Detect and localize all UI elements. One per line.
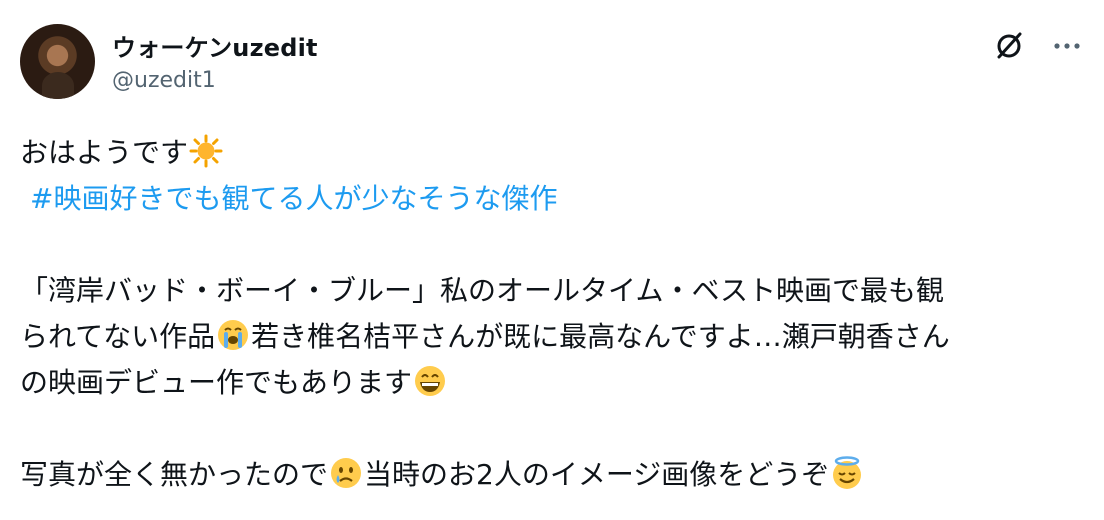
sun-emoji bbox=[189, 134, 223, 168]
post-text-greeting: おはようです bbox=[20, 136, 189, 169]
post-header: ウォーケンuzedit @uzedit1 bbox=[20, 24, 1084, 104]
post-text-6a: 写真が全く無かったので bbox=[20, 458, 329, 491]
post-text-4b: 若き椎名桔平さんが既に最高なんですよ…瀬戸朝香さん bbox=[251, 320, 950, 353]
grinning-face-emoji bbox=[415, 366, 446, 396]
post-line-6: 写真が全く無かったので 当時のお2人のイメージ画像をどうぞ bbox=[20, 452, 1086, 498]
more-horizontal-icon[interactable] bbox=[1050, 28, 1084, 62]
hashtag-link[interactable]: #映画好きでも観てる人が少なそうな傑作 bbox=[20, 182, 557, 215]
smiling-face-with-halo-emoji bbox=[833, 456, 862, 489]
post-line-greeting: おはようです bbox=[20, 130, 1086, 176]
display-name[interactable]: ウォーケンuzedit bbox=[112, 28, 318, 63]
post-text-5: の映画デビュー作でもあります bbox=[20, 366, 413, 399]
avatar[interactable] bbox=[20, 24, 95, 99]
post-line-5: の映画デビュー作でもあります bbox=[20, 360, 1086, 406]
post-line-4: られてない作品 若き椎名桔平さんが既に最高なんですよ…瀬戸朝香さん bbox=[20, 314, 1086, 360]
post-text: おはようです #映画好きでも観てる人が少なそうな傑作 「湾岸バッド・ボーイ・ブル… bbox=[20, 130, 1086, 498]
user-handle[interactable]: @uzedit1 bbox=[112, 68, 216, 93]
post-text-4a: られてない作品 bbox=[20, 320, 216, 353]
slash-circle-icon[interactable] bbox=[992, 28, 1026, 62]
sad-tear-face-emoji bbox=[331, 458, 362, 488]
loudly-crying-face-emoji bbox=[218, 320, 249, 350]
post-line-3: 「湾岸バッド・ボーイ・ブルー」私のオールタイム・ベスト映画で最も観 bbox=[20, 274, 945, 307]
post-text-6b: 当時のお2人のイメージ画像をどうぞ bbox=[364, 458, 830, 491]
post-line-hashtag: #映画好きでも観てる人が少なそうな傑作 bbox=[20, 176, 1086, 222]
